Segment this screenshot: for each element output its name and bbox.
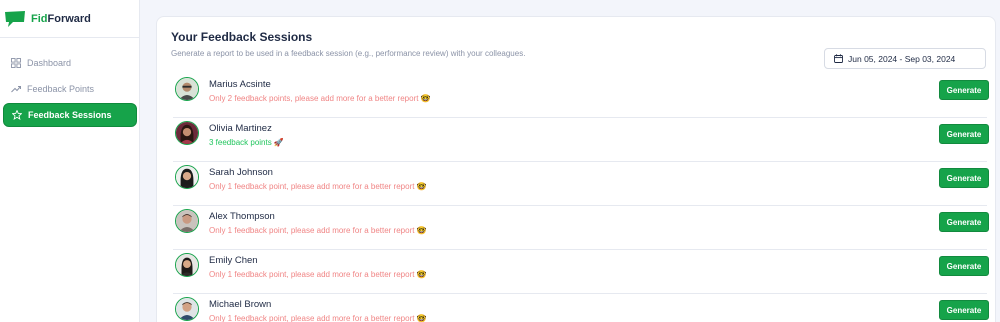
list-item: Marius Acsinte Only 2 feedback points, p… (173, 74, 989, 118)
app-name: FidForward (31, 12, 91, 25)
feedback-status: Only 1 feedback point, please add more f… (209, 182, 427, 191)
person-name: Olivia Martinez (209, 123, 272, 134)
page-subtitle: Generate a report to be used in a feedba… (171, 49, 526, 58)
people-list: Marius Acsinte Only 2 feedback points, p… (173, 74, 989, 322)
avatar (175, 121, 199, 145)
sidebar-item-feedback-sessions[interactable]: Feedback Sessions (3, 103, 137, 127)
trend-up-icon (11, 86, 21, 93)
sidebar-item-feedback-points[interactable]: Feedback Points (3, 77, 137, 101)
feedback-status: Only 1 feedback point, please add more f… (209, 314, 427, 322)
generate-button[interactable]: Generate (939, 212, 989, 232)
avatar (175, 297, 199, 321)
feedback-status: Only 2 feedback points, please add more … (209, 94, 431, 103)
person-photo-icon (176, 210, 198, 232)
generate-button[interactable]: Generate (939, 168, 989, 188)
feedback-status: 3 feedback points 🚀 (209, 138, 284, 147)
list-item: Emily Chen Only 1 feedback point, please… (173, 250, 989, 294)
person-name: Michael Brown (209, 299, 272, 310)
sidebar-item-label: Feedback Points (27, 84, 95, 94)
sidebar-item-label: Dashboard (27, 58, 72, 68)
person-name: Sarah Johnson (209, 167, 273, 178)
person-photo-icon (176, 78, 198, 100)
brand[interactable]: FidForward (0, 0, 139, 38)
grid-icon (11, 58, 21, 68)
page-title: Your Feedback Sessions (171, 30, 313, 44)
sidebar-item-dashboard[interactable]: Dashboard (3, 51, 137, 75)
chat-bubble-logo-icon (5, 10, 25, 27)
generate-button[interactable]: Generate (939, 124, 989, 144)
avatar (175, 209, 199, 233)
feedback-sessions-card: Your Feedback Sessions Generate a report… (156, 16, 996, 322)
calendar-icon (834, 54, 843, 63)
list-item: Olivia Martinez 3 feedback points 🚀 Gene… (173, 118, 989, 162)
list-item: Michael Brown Only 1 feedback point, ple… (173, 294, 989, 322)
generate-button[interactable]: Generate (939, 80, 989, 100)
person-name: Marius Acsinte (209, 79, 271, 90)
person-photo-icon (176, 298, 198, 320)
date-range-value: Jun 05, 2024 - Sep 03, 2024 (848, 53, 956, 64)
feedback-status: Only 1 feedback point, please add more f… (209, 270, 427, 279)
person-photo-icon (176, 122, 198, 144)
list-item: Sarah Johnson Only 1 feedback point, ple… (173, 162, 989, 206)
avatar (175, 77, 199, 101)
generate-button[interactable]: Generate (939, 256, 989, 276)
date-range-picker[interactable]: Jun 05, 2024 - Sep 03, 2024 (824, 48, 986, 69)
feedback-status: Only 1 feedback point, please add more f… (209, 226, 427, 235)
star-icon (12, 110, 22, 120)
sidebar: FidForward Dashboard Feedback Points Fee… (0, 0, 140, 322)
person-name: Emily Chen (209, 255, 258, 266)
sidebar-item-label: Feedback Sessions (28, 110, 112, 120)
person-name: Alex Thompson (209, 211, 275, 222)
avatar (175, 165, 199, 189)
avatar (175, 253, 199, 277)
generate-button[interactable]: Generate (939, 300, 989, 320)
person-photo-icon (176, 166, 198, 188)
person-photo-icon (176, 254, 198, 276)
list-item: Alex Thompson Only 1 feedback point, ple… (173, 206, 989, 250)
sidebar-nav: Dashboard Feedback Points Feedback Sessi… (0, 38, 139, 127)
